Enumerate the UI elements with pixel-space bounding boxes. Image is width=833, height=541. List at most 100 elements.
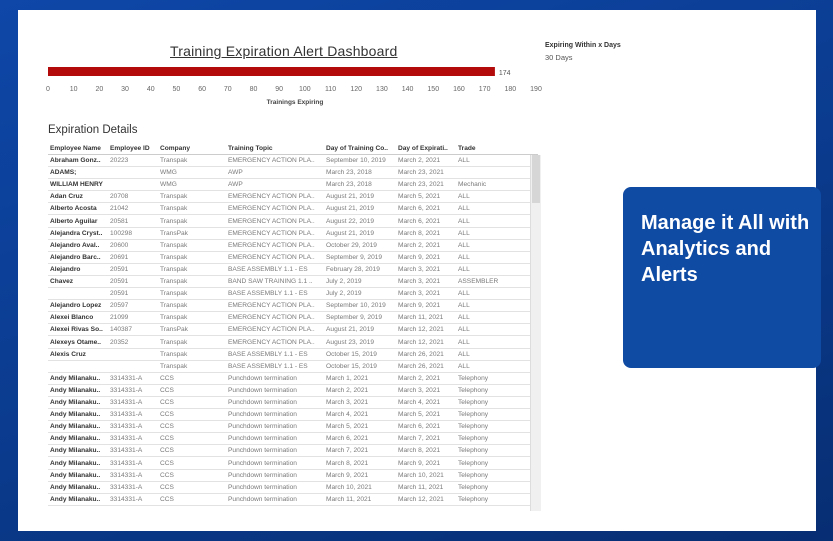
table-row[interactable]: Alberto Aguilar 20581 Transpak EMERGENCY AC… — [48, 216, 538, 228]
table-row[interactable]: Andy Milanaku.. 3314331-A CCS Punchdown ter… — [48, 482, 538, 494]
bar-trainings-expiring[interactable] — [48, 67, 495, 76]
table-cell: Andy Milanaku.. — [50, 471, 101, 479]
table-cell: March 2, 2021 — [398, 157, 441, 164]
table-cell: March 11, 2021 — [398, 483, 444, 491]
table-scrollbar[interactable] — [530, 155, 541, 511]
table-cell: CCS — [160, 399, 174, 406]
table-cell: March 5, 2021 — [326, 423, 369, 431]
table-cell: Andy Milanaku.. — [50, 374, 101, 382]
table-cell: AWP — [228, 169, 243, 177]
expiring-within-value[interactable]: 30 Days — [545, 53, 573, 62]
table-cell: 20691 — [110, 253, 129, 261]
table-row[interactable]: Alexei Rivas So.. 140387 TransPak EMERGENCY… — [48, 324, 538, 337]
table-row[interactable]: Alejandro Aval.. 20600 Transpak EMERGENCY A… — [48, 240, 538, 252]
table-row[interactable]: Andy Milanaku.. 3314331-A CCS Punchdown ter… — [48, 494, 538, 506]
table-cell: ALL — [458, 314, 470, 322]
expiration-details-title: Expiration Details — [48, 124, 138, 136]
table-row[interactable]: Andy Milanaku.. 3314331-A CCS Punchdown ter… — [48, 433, 538, 446]
table-cell: ALL — [458, 265, 470, 273]
table-cell: Transpak — [160, 193, 188, 201]
table-row[interactable]: Alberto Acosta 21042 Transpak EMERGENCY ACT… — [48, 203, 538, 216]
table-cell: 20708 — [110, 193, 129, 201]
table-cell: March 12, 2021 — [398, 338, 444, 346]
table-cell: March 3, 2021 — [398, 265, 441, 273]
column-header[interactable]: Day of Training Co.. — [326, 145, 398, 152]
x-tick-label: 130 — [376, 86, 388, 93]
column-header[interactable]: Employee ID — [110, 145, 158, 152]
table-cell: August 21, 2019 — [326, 205, 375, 213]
table-cell: 140387 — [110, 326, 133, 334]
x-tick-label: 70 — [224, 86, 232, 93]
table-row[interactable]: Andy Milanaku.. 3314331-A CCS Punchdown ter… — [48, 409, 538, 422]
table-cell: 3314331-A — [110, 374, 143, 382]
table-row[interactable]: Transpak BASE ASSEMBLY 1.1 - ES October 15… — [48, 361, 538, 373]
table-row[interactable]: Andy Milanaku.. 3314331-A CCS Punchdown ter… — [48, 445, 538, 458]
table-cell: March 23, 2018 — [326, 169, 372, 177]
table-row[interactable]: Abraham Gonz.. 20223 Transpak EMERGENCY ACT… — [48, 155, 538, 167]
table-row[interactable]: Andy Milanaku.. 3314331-A CCS Punchdown ter… — [48, 421, 538, 434]
table-cell: Telephony — [458, 435, 489, 443]
table-cell: Transpak — [160, 350, 188, 358]
table-row[interactable]: Andy Milanaku.. 3314331-A CCS Punchdown ter… — [48, 470, 538, 482]
table-cell: Alejandra Cryst.. — [50, 229, 103, 237]
table-row[interactable]: Adan Cruz 20708 Transpak EMERGENCY ACTION P… — [48, 191, 538, 204]
table-cell: EMERGENCY ACTION PLA.. — [228, 205, 315, 213]
column-header[interactable]: Trade — [458, 145, 518, 152]
table-row[interactable]: Chavez 20591 Transpak BAND SAW TRAINING 1.1… — [48, 276, 538, 288]
table-row[interactable]: Andy Milanaku.. 3314331-A CCS Punchdown ter… — [48, 373, 538, 385]
column-header[interactable]: Day of Expirati.. — [398, 145, 458, 152]
table-cell: WMG — [160, 169, 177, 177]
table-row[interactable]: Alejandro 20591 Transpak BASE ASSEMBLY 1.1 … — [48, 264, 538, 276]
table-cell: March 2, 2021 — [326, 386, 369, 394]
table-cell: Alexeys Otame.. — [50, 338, 101, 346]
table-cell: August 22, 2019 — [326, 217, 375, 225]
table-cell: Alejandro — [50, 265, 81, 273]
column-header[interactable]: Company — [160, 145, 222, 152]
table-row[interactable]: Alejandro Barc.. 20691 Transpak EMERGENCY A… — [48, 252, 538, 264]
scrollbar-thumb[interactable] — [532, 155, 540, 203]
table-cell: Abraham Gonz.. — [50, 157, 101, 164]
table-cell: Alberto Aguilar — [50, 217, 98, 225]
table-cell: ALL — [458, 157, 470, 164]
column-header[interactable]: Employee Name — [50, 145, 108, 152]
table-cell: AWP — [228, 181, 243, 189]
table-cell: 3314331-A — [110, 495, 143, 503]
x-tick-label: 80 — [250, 86, 258, 93]
table-cell: August 21, 2019 — [326, 326, 375, 334]
table-row[interactable]: 20591 Transpak BASE ASSEMBLY 1.1 - ES July … — [48, 288, 538, 301]
table-cell: EMERGENCY ACTION PLA.. — [228, 326, 315, 334]
x-tick-label: 10 — [70, 86, 78, 93]
column-header[interactable]: Training Topic — [228, 145, 322, 152]
table-cell: Punchdown termination — [228, 471, 297, 479]
table-cell: BASE ASSEMBLY 1.1 - ES — [228, 265, 308, 273]
table-cell: March 4, 2021 — [398, 399, 441, 406]
table-row[interactable]: Andy Milanaku.. 3314331-A CCS Punchdown ter… — [48, 385, 538, 397]
table-cell: Andy Milanaku.. — [50, 423, 101, 431]
table-cell: Alexis Cruz — [50, 350, 86, 358]
table-cell: ALL — [458, 217, 470, 225]
table-cell: CCS — [160, 423, 174, 431]
table-row[interactable]: Alexis Cruz Transpak BASE ASSEMBLY 1.1 - E… — [48, 349, 538, 361]
table-row[interactable]: WILLIAM HENRY WMG AWP March 23, 2018 March 2… — [48, 179, 538, 192]
table-row[interactable]: Alexei Blanco 21099 Transpak EMERGENCY ACTI… — [48, 312, 538, 325]
table-cell: 21042 — [110, 205, 129, 213]
table-row[interactable]: Andy Milanaku.. 3314331-A CCS Punchdown ter… — [48, 458, 538, 470]
table-cell: 20591 — [110, 265, 129, 273]
table-row[interactable]: Alexeys Otame.. 20352 Transpak EMERGENCY AC… — [48, 337, 538, 349]
x-tick-label: 0 — [46, 86, 50, 93]
x-tick-label: 50 — [173, 86, 181, 93]
table-cell: March 12, 2021 — [398, 495, 444, 503]
table-cell: TransPak — [160, 326, 188, 334]
table-cell: Punchdown termination — [228, 435, 297, 443]
table-row[interactable]: Alejandro Lopez 20597 Transpak EMERGENCY AC… — [48, 300, 538, 313]
table-row[interactable]: ADAMS; WMG AWP March 23, 2018 March 23, 2021 — [48, 167, 538, 180]
table-cell: Telephony — [458, 471, 489, 479]
table-cell: March 6, 2021 — [398, 423, 441, 431]
table-cell: March 3, 2021 — [398, 278, 441, 285]
table-cell: March 26, 2021 — [398, 350, 444, 358]
table-cell: ALL — [458, 362, 470, 370]
table-row[interactable]: Andy Milanaku.. 3314331-A CCS Punchdown ter… — [48, 397, 538, 409]
table-cell: March 3, 2021 — [398, 386, 441, 394]
expiration-details-table: Employee Name Employee ID Company Training … — [48, 143, 541, 513]
table-row[interactable]: Alejandra Cryst.. 100298 TransPak EMERGENCY… — [48, 228, 538, 240]
